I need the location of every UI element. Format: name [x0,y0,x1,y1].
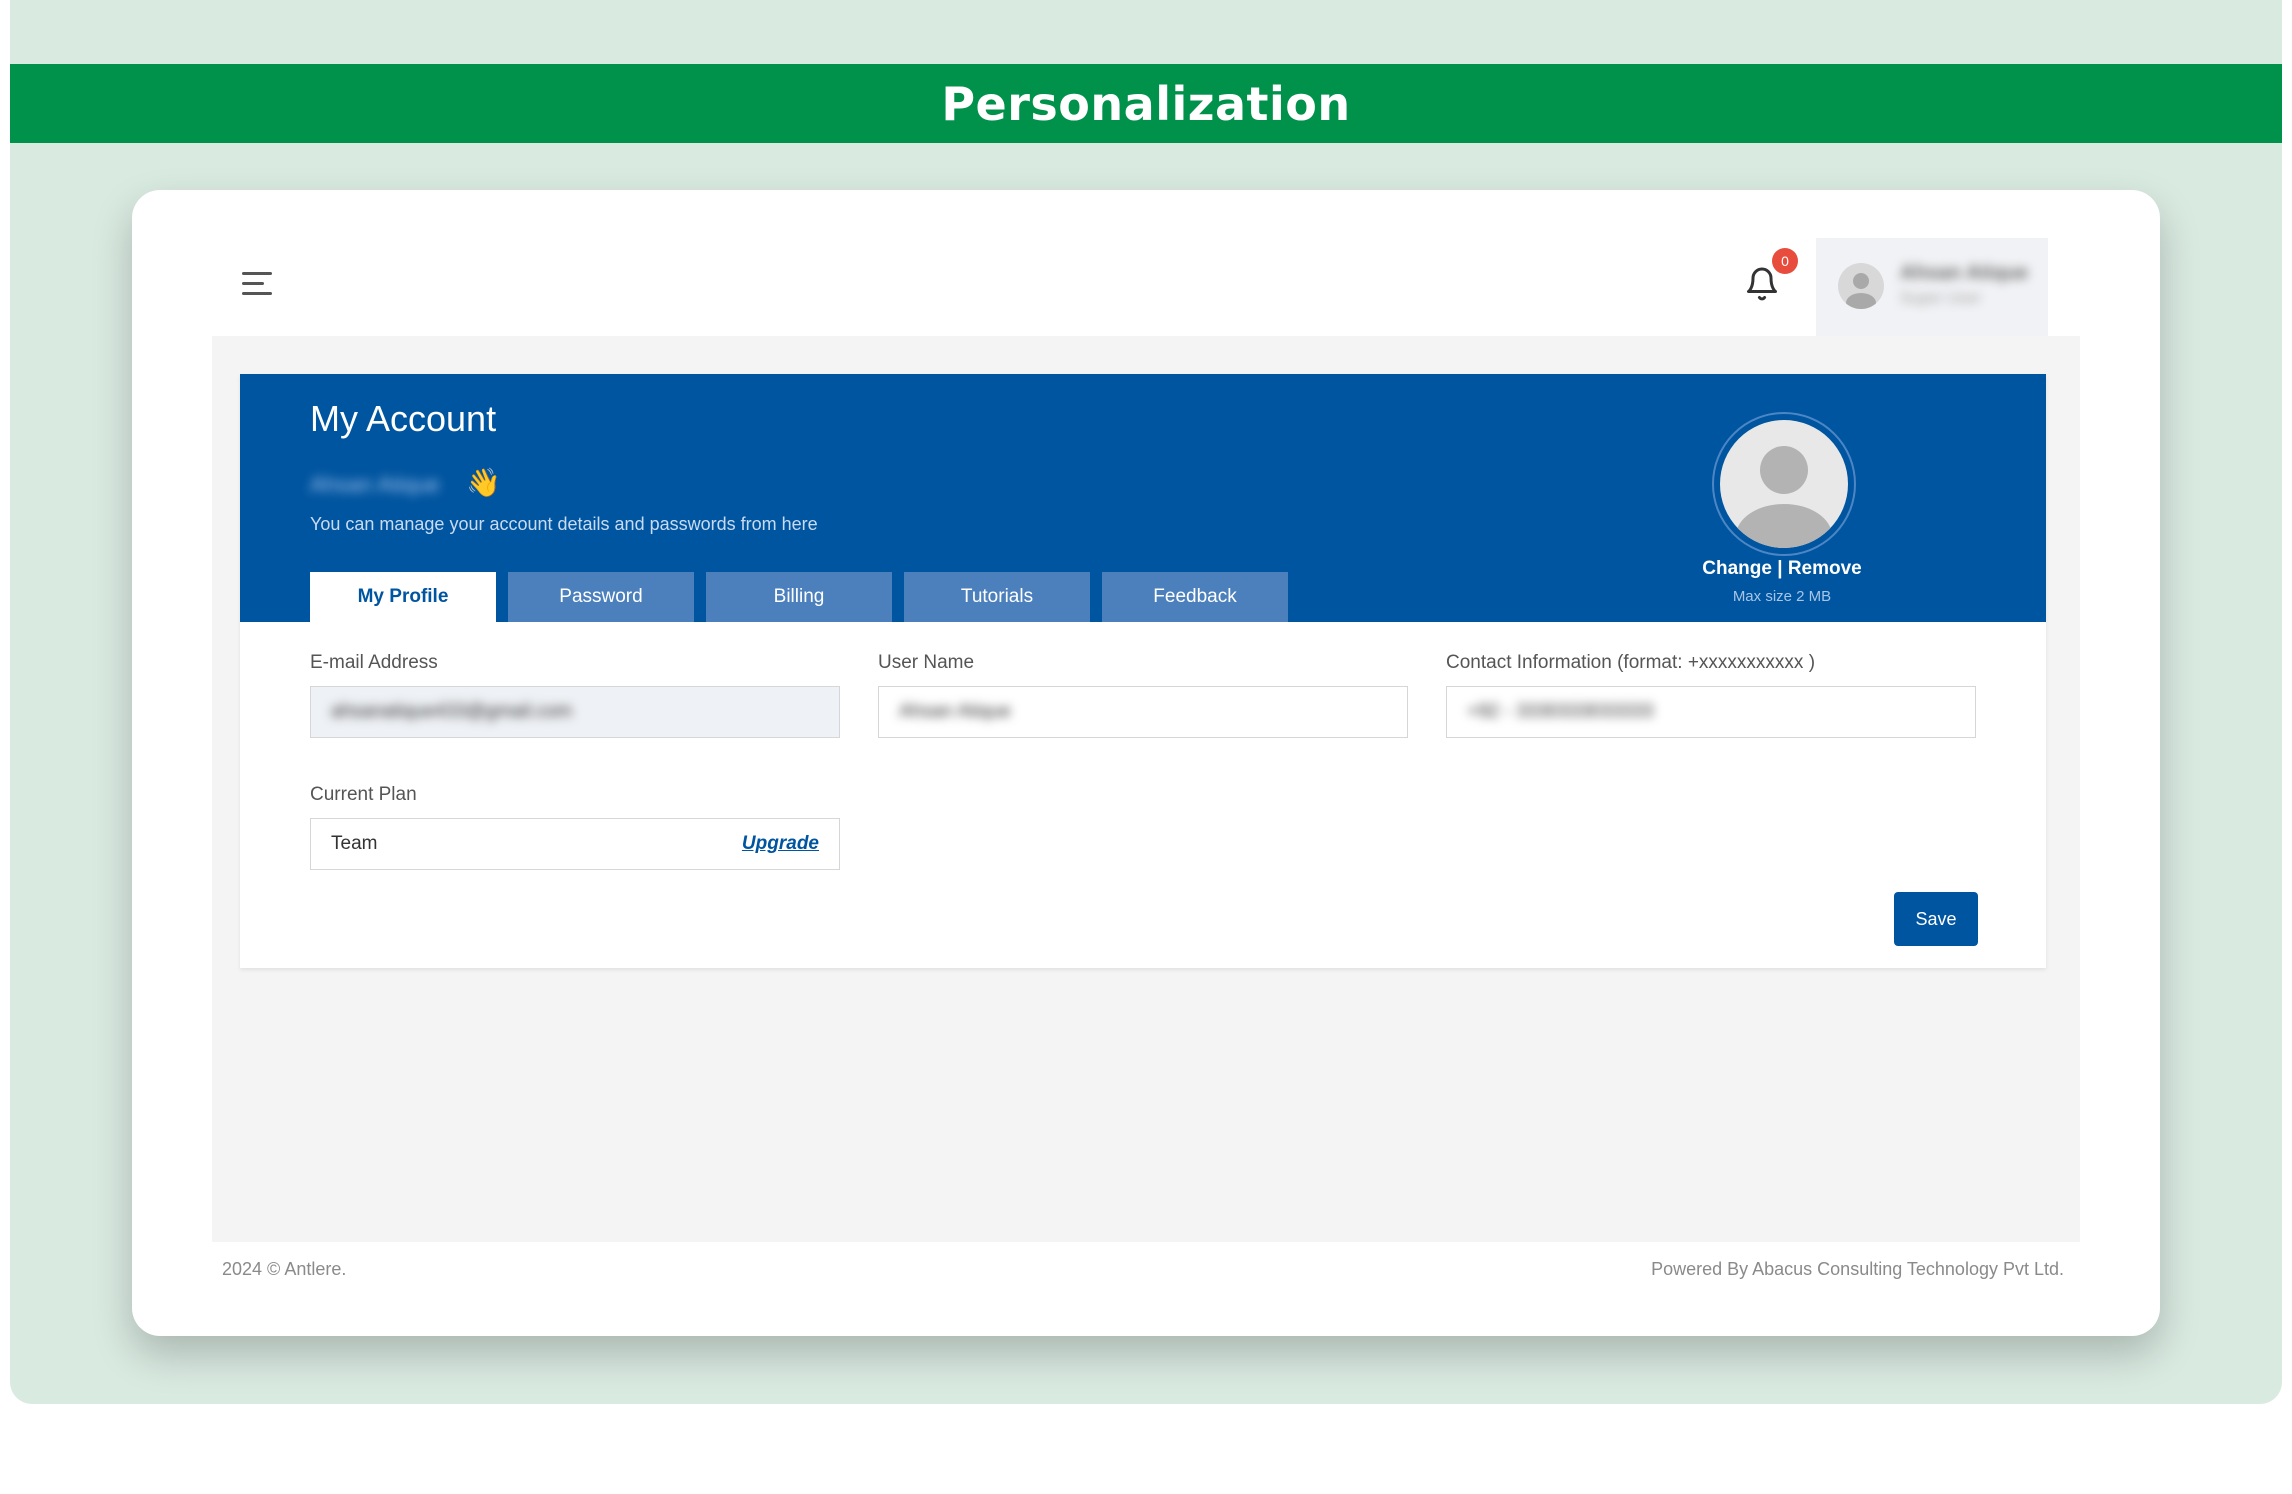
hamburger-icon[interactable] [242,272,272,296]
profile-avatar-icon [1720,420,1848,548]
wave-emoji: 👋 [466,467,501,498]
tab-tutorials[interactable]: Tutorials [904,572,1090,622]
banner: Personalization [10,64,2282,143]
app-window: 0 Ahsan Atique Super User My Account Ahs… [132,190,2160,1336]
avatar [1838,263,1884,309]
email-value: ahsanatique433@gmail.com [331,701,573,722]
save-button[interactable]: Save [1894,892,1978,946]
username-field[interactable]: Ahsan Atique [878,686,1408,738]
tab-my-profile[interactable]: My Profile [310,572,496,622]
user-name: Ahsan Atique [1900,262,2029,284]
current-plan-field: Team Upgrade [310,818,840,870]
change-photo-link[interactable]: Change [1702,558,1772,579]
account-header: My Account Ahsan Atique 👋 You can manage… [240,374,2046,622]
account-subtitle: You can manage your account details and … [310,514,818,534]
bell-icon[interactable] [1744,266,1780,302]
account-card: My Account Ahsan Atique 👋 You can manage… [240,374,2046,968]
email-label: E-mail Address [310,652,438,673]
tab-password[interactable]: Password [508,572,694,622]
photo-size-note: Max size 2 MB [1732,588,1832,605]
username-value: Ahsan Atique [899,701,1011,722]
photo-action-separator: | [1771,558,1788,579]
user-role: Super User [1900,290,1981,307]
footer-powered-by: Powered By Abacus Consulting Technology … [1651,1259,2064,1279]
footer-copyright: 2024 © Antlere. [222,1259,347,1279]
current-plan-value: Team [331,833,378,854]
tab-feedback[interactable]: Feedback [1102,572,1288,622]
username-label: User Name [878,652,975,673]
profile-photo [1712,412,1856,556]
current-plan-label: Current Plan [310,784,417,805]
greeting-name: Ahsan Atique [310,472,440,497]
page-title: My Account [310,398,497,439]
notification-count-badge: 0 [1772,248,1798,274]
contact-label: Contact Information (format: +xxxxxxxxxx… [1446,652,1816,673]
photo-actions: Change | Remove [1632,558,1932,580]
contact-field[interactable]: +92 - 3330333033333 [1446,686,1976,738]
user-menu[interactable]: Ahsan Atique Super User [1816,238,2048,336]
upgrade-link[interactable]: Upgrade [742,833,819,855]
remove-photo-link[interactable]: Remove [1788,558,1862,579]
main-content: My Account Ahsan Atique 👋 You can manage… [212,336,2080,1242]
email-field[interactable]: ahsanatique433@gmail.com [310,686,840,738]
account-tabs: My Profile Password Billing Tutorials Fe… [310,572,1288,622]
banner-title: Personalization [941,76,1351,131]
screenshot-frame: Personalization 0 Ahsan Atique Super Use… [10,0,2282,1404]
top-bar: 0 Ahsan Atique Super User [132,190,2160,338]
contact-value: +92 - 3330333033333 [1467,701,1654,722]
tab-billing[interactable]: Billing [706,572,892,622]
